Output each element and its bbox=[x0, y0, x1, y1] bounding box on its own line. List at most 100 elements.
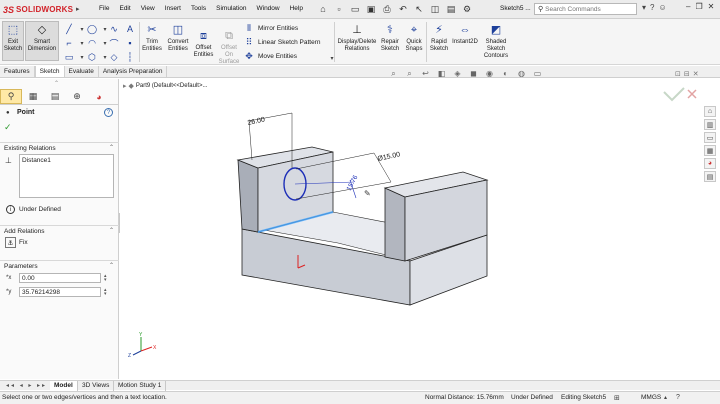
edit-appearance-icon[interactable]: ◐ bbox=[500, 69, 511, 79]
previous-view-icon[interactable]: ↩ bbox=[420, 69, 431, 79]
hide-show-items-icon[interactable]: ◉ bbox=[484, 69, 495, 79]
repair-sketch-button[interactable]: ⚕ Repair Sketch bbox=[379, 22, 401, 53]
menu-edit[interactable]: Edit bbox=[114, 4, 135, 13]
solidworks-logo[interactable]: 3S SOLIDWORKS bbox=[3, 3, 73, 16]
instant2d-button[interactable]: ⇔ Instant2D bbox=[451, 22, 479, 46]
open-folder-icon[interactable]: ▭ bbox=[348, 2, 362, 16]
rebuild-status-icon[interactable]: ⊞ bbox=[614, 394, 620, 402]
propertymanager-tab-icon[interactable]: ▦ bbox=[22, 89, 44, 104]
user-icon[interactable]: ☺ bbox=[658, 3, 666, 12]
convert-entities-button[interactable]: ◫ Convert Entities bbox=[165, 22, 191, 53]
tab-3d-views[interactable]: 3D Views bbox=[78, 381, 115, 391]
plane-tool-icon[interactable]: ◇ bbox=[108, 51, 120, 63]
dimension-diameter-15[interactable]: Ø15.00 bbox=[377, 151, 401, 163]
menu-view[interactable]: View bbox=[136, 4, 160, 13]
y-coordinate-field[interactable]: 35.76214298 bbox=[19, 287, 101, 297]
tab-model[interactable]: Model bbox=[50, 381, 78, 391]
slot-tool-icon[interactable]: ▭ bbox=[63, 51, 75, 63]
select-arrow-icon[interactable]: ↖ bbox=[412, 2, 426, 16]
existing-relations-header[interactable]: Existing Relations ⌃ bbox=[0, 142, 119, 153]
shaded-sketch-contours-button[interactable]: ◩ Shaded Sketch Contours bbox=[482, 22, 510, 60]
minimize-icon[interactable]: – bbox=[686, 2, 690, 11]
linear-sketch-pattern-button[interactable]: ⠿ Linear Sketch Pattern bbox=[243, 37, 321, 48]
dimension-26[interactable]: 26.00 bbox=[247, 116, 266, 127]
menu-insert[interactable]: Insert bbox=[160, 4, 186, 13]
solidworks-resources-icon[interactable]: ⌂ bbox=[704, 106, 716, 117]
viewport-close-icon[interactable]: ✕ bbox=[693, 70, 699, 78]
x-coordinate-field[interactable]: 0.00 bbox=[19, 273, 101, 283]
move-entities-button[interactable]: ✥ Move Entities bbox=[243, 51, 297, 62]
menu-help[interactable]: Help bbox=[285, 4, 308, 13]
exit-sketch-button[interactable]: ⬚ Exit Sketch bbox=[2, 21, 24, 61]
status-help-icon[interactable]: ? bbox=[676, 394, 680, 401]
list-item[interactable]: Distance1 bbox=[22, 157, 111, 164]
units-dropdown-icon[interactable]: ▴ bbox=[664, 394, 667, 401]
help-question-icon[interactable]: ? bbox=[650, 3, 654, 12]
centerline-tool-icon[interactable]: ┆ bbox=[124, 51, 136, 63]
search-input[interactable] bbox=[545, 5, 626, 13]
menu-file[interactable]: File bbox=[94, 4, 114, 13]
spline-tool-icon[interactable]: ∿ bbox=[108, 23, 120, 35]
offset-on-surface-button[interactable]: ⧉ Offset On Surface bbox=[217, 28, 241, 66]
file-explorer-icon[interactable]: ▭ bbox=[704, 132, 716, 143]
home-icon[interactable]: ⌂ bbox=[316, 2, 330, 16]
display-delete-relations-button[interactable]: ⊥ Display/Delete Relations bbox=[337, 22, 377, 53]
menu-expand-icon[interactable]: ▸ bbox=[76, 5, 80, 13]
menu-simulation[interactable]: Simulation bbox=[211, 4, 251, 13]
tab-features[interactable]: Features bbox=[0, 66, 35, 77]
y-spinner-icon[interactable]: ▴ ▾ bbox=[104, 288, 107, 297]
zoom-area-icon[interactable]: ⌕ bbox=[404, 69, 415, 79]
zoom-to-fit-icon[interactable]: ⌕ bbox=[388, 69, 399, 79]
restore-icon[interactable]: ❐ bbox=[695, 2, 702, 11]
section-view-icon[interactable]: ◧ bbox=[436, 69, 447, 79]
tab-motion-study-1[interactable]: Motion Study 1 bbox=[114, 381, 167, 391]
existing-relations-list[interactable]: Distance1 bbox=[19, 154, 114, 198]
dimension-15-76[interactable]: 15.76 bbox=[346, 174, 360, 192]
viewport-tile-icon[interactable]: ⊟ bbox=[684, 70, 690, 78]
graphics-area[interactable]: 26.00 Ø15.00 15.76 ✎ Y X Z bbox=[120, 79, 704, 379]
move-dropdown-icon[interactable]: ▾ bbox=[326, 52, 338, 64]
mirror-entities-button[interactable]: ⫴ Mirror Entities bbox=[243, 23, 298, 34]
panel-collapse-icon[interactable]: ⌃ bbox=[54, 80, 59, 87]
print-icon[interactable]: ⎙ bbox=[380, 2, 394, 16]
search-commands-box[interactable]: ⚲ bbox=[534, 3, 637, 15]
fillet-tool-icon[interactable]: ⌒ bbox=[108, 37, 120, 49]
line-tool-icon[interactable]: ╱ bbox=[63, 23, 75, 35]
ok-checkmark-icon[interactable]: ✓ bbox=[4, 122, 12, 133]
tab-analysis-preparation[interactable]: Analysis Preparation bbox=[99, 66, 168, 77]
options-gear-icon[interactable]: ⚙ bbox=[460, 2, 474, 16]
viewport-restore-icon[interactable]: ⊡ bbox=[675, 70, 681, 78]
circle-tool-icon[interactable]: ◯ bbox=[86, 23, 98, 35]
view-palette-icon[interactable]: ▦ bbox=[704, 145, 716, 156]
arc-tool-icon[interactable]: ◠ bbox=[86, 37, 98, 49]
help-icon[interactable]: ? bbox=[104, 108, 113, 117]
appearances-icon[interactable]: ◕ bbox=[704, 158, 716, 169]
point-tool-icon[interactable]: ▪ bbox=[124, 37, 136, 49]
display-manager-tab-icon[interactable]: ◕ bbox=[88, 89, 110, 104]
custom-properties-icon[interactable]: ▤ bbox=[704, 171, 716, 182]
new-document-icon[interactable]: ▫ bbox=[332, 2, 346, 16]
undo-icon[interactable]: ↶ bbox=[396, 2, 410, 16]
close-icon[interactable]: ✕ bbox=[708, 2, 715, 11]
text-tool-icon[interactable]: A bbox=[124, 23, 136, 35]
design-library-icon[interactable]: ▥ bbox=[704, 119, 716, 130]
quick-snaps-button[interactable]: ⌖ Quick Snaps bbox=[403, 22, 425, 53]
display-style-icon[interactable]: ◼ bbox=[468, 69, 479, 79]
feature-tree-flyout[interactable]: ▸ ◆ Part9 (Default<<Default>... bbox=[123, 82, 207, 90]
trim-entities-button[interactable]: ✂ Trim Entities bbox=[141, 22, 163, 53]
tab-evaluate[interactable]: Evaluate bbox=[65, 66, 99, 77]
rapid-sketch-button[interactable]: ⚡ Rapid Sketch bbox=[428, 22, 450, 53]
rebuild-icon[interactable]: ◫ bbox=[428, 2, 442, 16]
corner-rectangle-icon[interactable]: ⌐ bbox=[63, 37, 75, 49]
menu-tools[interactable]: Tools bbox=[186, 4, 211, 13]
scene-icon[interactable]: ◍ bbox=[516, 69, 527, 79]
model-viewport[interactable]: 26.00 Ø15.00 15.76 ✎ Y X Z bbox=[120, 79, 704, 379]
menu-window[interactable]: Window bbox=[251, 4, 284, 13]
file-properties-icon[interactable]: ▤ bbox=[444, 2, 458, 16]
tab-sketch[interactable]: Sketch bbox=[34, 66, 65, 77]
x-spinner-icon[interactable]: ▴ ▾ bbox=[104, 274, 107, 283]
save-icon[interactable]: ▣ bbox=[364, 2, 378, 16]
expand-arrow-icon[interactable]: ▸ bbox=[123, 82, 127, 90]
smart-dimension-button[interactable]: ◇ Smart Dimension bbox=[25, 21, 59, 61]
view-orientation-icon[interactable]: ◈ bbox=[452, 69, 463, 79]
